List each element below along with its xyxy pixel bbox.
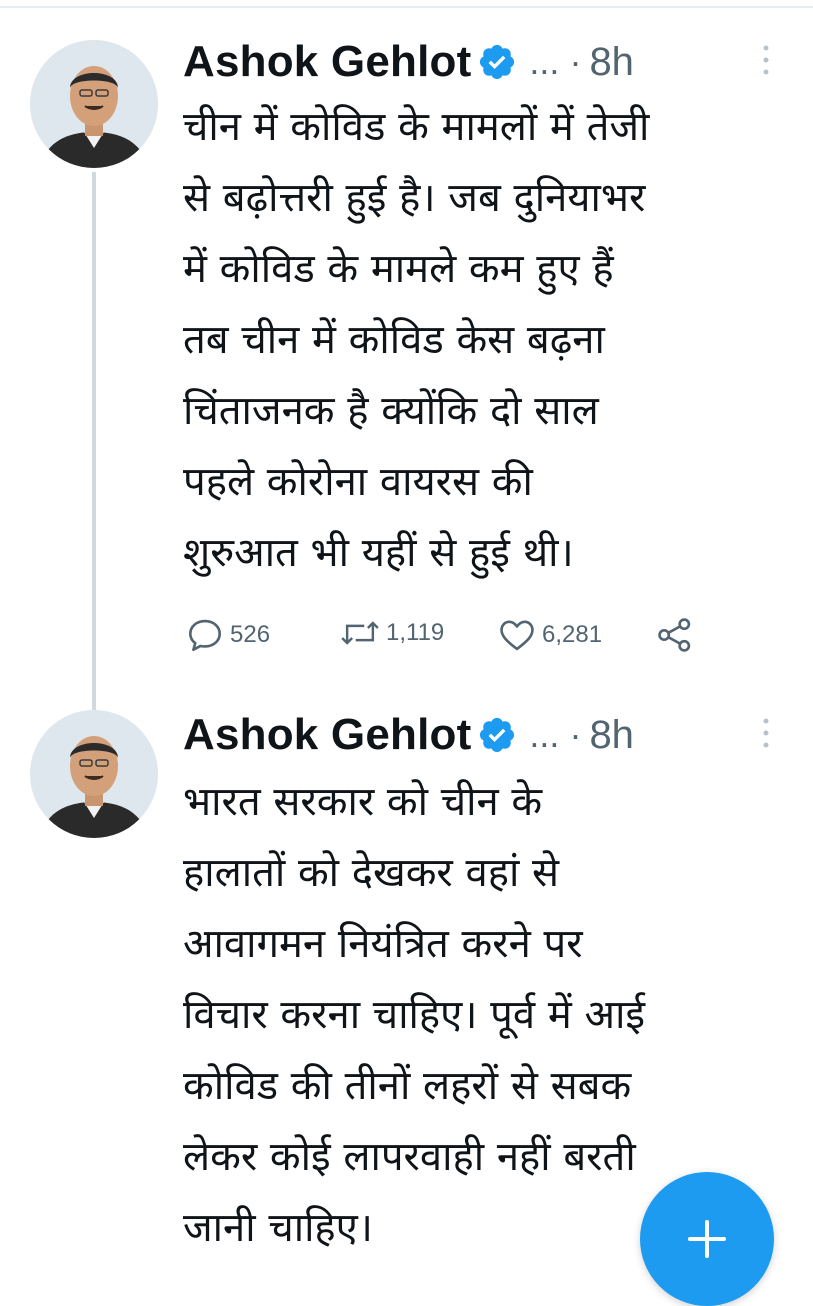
tweet[interactable]: Ashok Gehlot ... · 8h चीन में कोविड के म…: [0, 30, 813, 680]
avatar[interactable]: [30, 710, 158, 838]
plus-icon: [688, 1220, 726, 1258]
heart-icon: [500, 620, 534, 651]
tweet-text-line: भारत सरकार को चीन के: [183, 779, 543, 825]
tweet-text-line: में कोविड के मामले कम हुए हैं: [183, 246, 614, 292]
tweet-text-line: कोविड की तीनों लहरों से सबक: [183, 1063, 632, 1109]
author-name[interactable]: Ashok Gehlot: [183, 710, 471, 760]
compose-tweet-button[interactable]: [640, 1172, 774, 1306]
tweet-text: चीन में कोविड के मामलों में तेजी से बढ़ो…: [183, 92, 793, 589]
share-button[interactable]: [656, 618, 700, 652]
tweet-text-line: से बढ़ोत्तरी हुई है। जब दुनियाभर: [183, 175, 646, 221]
reply-icon: [189, 619, 221, 651]
verified-badge-icon: [477, 42, 517, 82]
separator-dot: ·: [569, 41, 582, 82]
retweet-icon: [341, 621, 379, 645]
tweet-text-line: शुरुआत भी यहीं से हुई थी।: [183, 530, 574, 576]
tweet-text-line: विचार करना चाहिए। पूर्व में आई: [183, 992, 645, 1038]
reply-count: 526: [230, 621, 271, 648]
retweet-count: 1,119: [386, 619, 445, 646]
tweet-header: Ashok Gehlot ... · 8h: [183, 34, 634, 90]
tweet-time[interactable]: 8h: [589, 40, 634, 85]
more-options-icon[interactable]: [762, 44, 770, 76]
handle-truncated[interactable]: ...: [529, 41, 559, 83]
like-button[interactable]: 6,281: [498, 618, 602, 652]
tweet-text-line: चीन में कोविड के मामलों में तेजी: [183, 104, 650, 150]
tweet-header: Ashok Gehlot ... · 8h: [183, 707, 634, 763]
author-name[interactable]: Ashok Gehlot: [183, 37, 471, 87]
verified-badge-icon: [477, 715, 517, 755]
tweet-actions: 526 1,119 6,281: [186, 618, 746, 658]
tweet-text-line: चिंताजनक है क्योंकि दो साल: [183, 388, 599, 434]
like-count: 6,281: [542, 621, 603, 648]
tweet-text-line: पहले कोरोना वायरस की: [183, 459, 533, 505]
tweet-text-line: तब चीन में कोविड केस बढ़ना: [183, 317, 605, 363]
reply-button[interactable]: 526: [186, 618, 270, 652]
handle-truncated[interactable]: ...: [529, 714, 559, 756]
tweet-text-line: हालातों को देखकर वहां से: [183, 850, 560, 896]
retweet-button[interactable]: 1,119: [340, 618, 444, 648]
tweet-time[interactable]: 8h: [589, 713, 634, 758]
avatar[interactable]: [30, 40, 158, 168]
tweet-text-line: आवागमन नियंत्रित करने पर: [183, 921, 583, 967]
top-divider: [0, 6, 813, 8]
share-icon: [658, 618, 691, 652]
more-options-icon[interactable]: [762, 717, 770, 749]
separator-dot: ·: [569, 714, 582, 755]
